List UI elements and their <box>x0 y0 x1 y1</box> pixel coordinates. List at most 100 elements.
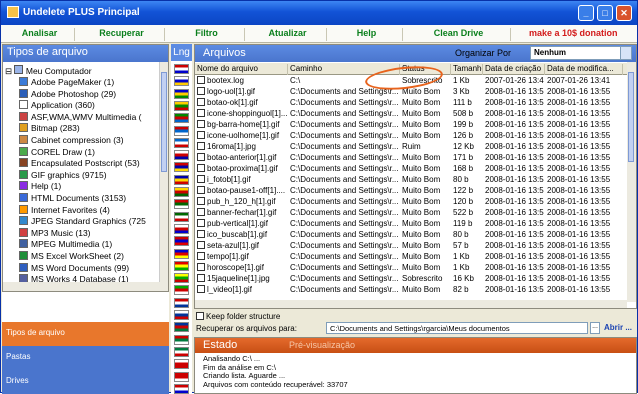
tree-item[interactable]: MS Excel WorkSheet (2) <box>19 251 124 263</box>
recuperar-button[interactable]: Recuperar <box>79 28 165 41</box>
table-row[interactable]: botao-ok[1].gif C:\Documents and Settings… <box>195 98 627 109</box>
table-row[interactable]: banner-fechar[1].gif C:\Documents and Set… <box>195 208 627 219</box>
table-row[interactable]: botao-proxima[1].gif C:\Documents and Set… <box>195 164 627 175</box>
browse-button[interactable]: ... <box>590 322 600 334</box>
language-flag-icon[interactable] <box>174 76 189 87</box>
row-checkbox[interactable] <box>197 153 205 161</box>
tree-item[interactable]: JPEG Standard Graphics (725 <box>19 216 146 228</box>
keep-folder-checkbox[interactable] <box>196 312 204 320</box>
tree-item[interactable]: Adobe Photoshop (29) <box>19 88 116 101</box>
language-flag-icon[interactable] <box>174 137 189 148</box>
table-row[interactable]: icone-uolhome[1].gif C:\Documents and Set… <box>195 131 627 142</box>
tree-vertical-scrollbar[interactable] <box>159 62 168 291</box>
language-flag-icon[interactable] <box>174 248 189 259</box>
row-checkbox[interactable] <box>197 120 205 128</box>
nav-pastas[interactable]: Pastas <box>2 346 169 370</box>
table-row[interactable]: i_fotob[1].gif C:\Documents and Settings\… <box>195 175 627 186</box>
row-checkbox[interactable] <box>197 252 205 260</box>
language-flag-icon[interactable] <box>174 371 189 382</box>
row-checkbox[interactable] <box>197 230 205 238</box>
table-row[interactable]: icone-shoppinguol[1].... C:\Documents and… <box>195 109 627 120</box>
column-header[interactable]: Tamanho <box>451 64 483 75</box>
tree-item[interactable]: Application (360) <box>19 100 95 112</box>
tree-item[interactable]: COREL Draw (1) <box>19 146 95 159</box>
abrir-button[interactable]: Abrir ... <box>604 323 632 332</box>
table-row[interactable]: tempo[1].gif C:\Documents and Settings\r.… <box>195 252 627 263</box>
title-bar[interactable]: Undelete PLUS Principal _ □ ✕ <box>1 1 637 25</box>
help-button[interactable]: Help <box>331 28 403 41</box>
recover-path-input[interactable]: C:\Documents and Settings\rgarcia\Meus d… <box>326 322 588 334</box>
filtro-button[interactable]: Filtro <box>169 28 245 41</box>
tree-item[interactable]: Bitmap (283) <box>19 123 80 135</box>
chevron-down-icon[interactable] <box>620 46 632 60</box>
row-checkbox[interactable] <box>197 98 205 106</box>
language-flag-icon[interactable] <box>174 273 189 284</box>
language-flag-icon[interactable] <box>174 346 189 357</box>
row-checkbox[interactable] <box>197 219 205 227</box>
table-row[interactable]: seta-azul[1].gif C:\Documents and Setting… <box>195 241 627 252</box>
tab-pre-visualizacao[interactable]: Pré-visualização <box>289 340 355 350</box>
table-row[interactable]: botao-anterior[1].gif C:\Documents and Se… <box>195 153 627 164</box>
clean-drive-button[interactable]: Clean Drive <box>407 28 511 41</box>
language-flag-icon[interactable] <box>174 223 189 234</box>
row-checkbox[interactable] <box>197 131 205 139</box>
row-checkbox[interactable] <box>197 241 205 249</box>
tree-item[interactable]: Help (1) <box>19 181 61 193</box>
language-flag-icon[interactable] <box>174 64 189 74</box>
language-flag-icon[interactable] <box>174 113 189 124</box>
nav-drives[interactable]: Drives <box>2 370 169 394</box>
tree-horizontal-scrollbar[interactable] <box>3 282 160 291</box>
row-checkbox[interactable] <box>197 164 205 172</box>
language-flag-icon[interactable] <box>174 260 189 271</box>
tree-item[interactable]: Cabinet compression (3) <box>19 135 124 147</box>
tree-item[interactable]: Adobe PageMaker (1) <box>19 77 114 89</box>
table-row[interactable]: pub_h_120_h[1].gif C:\Documents and Setti… <box>195 197 627 208</box>
language-flag-icon[interactable] <box>174 359 189 370</box>
row-checkbox[interactable] <box>197 87 205 95</box>
row-checkbox[interactable] <box>197 109 205 117</box>
tree-item[interactable]: GIF graphics (9715) <box>19 169 107 182</box>
tree-root[interactable]: ⊟ Meu Computador <box>5 65 92 77</box>
row-checkbox[interactable] <box>197 197 205 205</box>
row-checkbox[interactable] <box>197 175 205 183</box>
language-flag-icon[interactable] <box>174 187 189 197</box>
tree-item[interactable]: HTML Documents (3153) <box>19 193 126 205</box>
tree-item[interactable]: MPEG Multimedia (1) <box>19 239 112 251</box>
table-row[interactable]: pub-vertical[1].gif C:\Documents and Sett… <box>195 219 627 230</box>
column-header[interactable]: Data de modifica... <box>545 64 623 75</box>
language-flag-icon[interactable] <box>174 383 189 394</box>
language-flag-icon[interactable] <box>174 174 189 185</box>
row-checkbox[interactable] <box>197 263 205 271</box>
language-flag-icon[interactable] <box>174 199 189 210</box>
tree-item[interactable]: ASF,WMA,WMV Multimedia ( <box>19 111 142 124</box>
row-checkbox[interactable] <box>197 142 205 150</box>
tree-item[interactable]: MS Word Documents (99) <box>19 262 129 275</box>
language-flag-icon[interactable] <box>174 162 189 173</box>
language-flag-icon[interactable] <box>174 211 189 222</box>
atualizar-button[interactable]: Atualizar <box>249 28 327 41</box>
language-flag-icon[interactable] <box>174 322 189 333</box>
row-checkbox[interactable] <box>197 285 205 293</box>
language-flag-icon[interactable] <box>174 285 189 296</box>
table-row[interactable]: 15jaqueline[1].jpg C:\Documents and Setti… <box>195 274 627 285</box>
table-row[interactable]: botao-pause1-off[1].... C:\Documents and … <box>195 186 627 197</box>
maximize-button[interactable]: □ <box>597 5 613 21</box>
row-checkbox[interactable] <box>197 274 205 282</box>
tree-item[interactable]: Encapsulated Postscript (53) <box>19 158 140 170</box>
tab-estado[interactable]: Estado <box>203 339 237 351</box>
row-checkbox[interactable] <box>197 208 205 216</box>
analisar-button[interactable]: Analisar <box>5 28 75 41</box>
table-row[interactable]: l_video[1].gif C:\Documents and Settings\… <box>195 285 627 296</box>
files-vertical-scrollbar[interactable] <box>627 62 636 302</box>
table-row[interactable]: 16roma[1].jpg C:\Documents and Settings\r… <box>195 142 627 153</box>
row-checkbox[interactable] <box>197 76 205 84</box>
language-flag-icon[interactable] <box>174 88 189 99</box>
tree-item[interactable]: MP3 Music (13) <box>19 227 91 240</box>
language-flag-icon[interactable] <box>174 297 189 308</box>
language-flag-icon[interactable] <box>174 100 189 111</box>
table-row[interactable]: horoscope[1].gif C:\Documents and Setting… <box>195 263 627 274</box>
table-row[interactable]: logo-uol[1].gif C:\Documents and Settings… <box>195 87 627 98</box>
row-checkbox[interactable] <box>197 186 205 194</box>
organize-select[interactable]: Nenhum <box>530 46 624 60</box>
language-flag-icon[interactable] <box>174 334 189 345</box>
